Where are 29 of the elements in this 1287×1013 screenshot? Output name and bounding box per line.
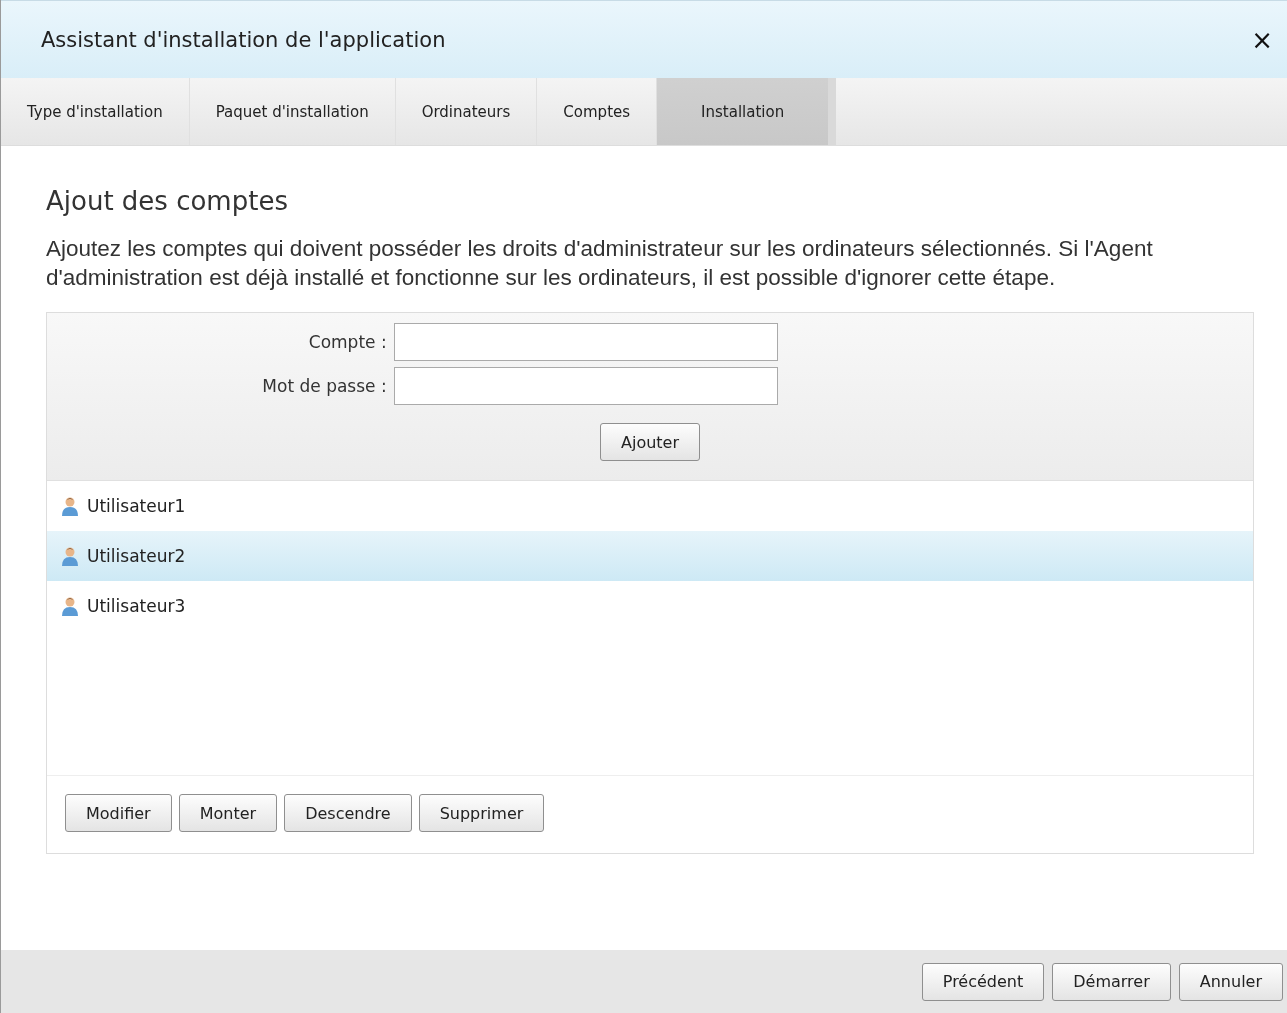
user-icon bbox=[61, 596, 79, 616]
account-name: Utilisateur1 bbox=[87, 496, 186, 516]
footer-button[interactable]: Précédent bbox=[921, 962, 1045, 1001]
step-tab[interactable]: Paquet d'installation bbox=[189, 78, 396, 145]
step-tab[interactable]: Type d'installation bbox=[1, 78, 190, 145]
account-name: Utilisateur2 bbox=[87, 546, 186, 566]
close-button[interactable]: × bbox=[1245, 24, 1279, 55]
list-button[interactable]: Descendre bbox=[284, 794, 412, 832]
step-tab[interactable]: Installation bbox=[657, 78, 837, 145]
field-label: Compte : bbox=[308, 332, 387, 352]
window-title: Assistant d'installation de l'application bbox=[41, 27, 446, 52]
description: Ajoutez les comptes qui doivent posséder les droits d'administrateur sur les ordinateurs sélectionnés. Si l'Agent d'administration est déjà installé et fonctionne sur les ordinateurs, il est possible d'ignorer cette étape. bbox=[46, 235, 1154, 292]
input-field[interactable] bbox=[393, 367, 778, 405]
step-tab[interactable]: Ordinateurs bbox=[395, 78, 538, 145]
list-button[interactable]: Monter bbox=[178, 794, 278, 832]
account-name: Utilisateur3 bbox=[87, 596, 186, 616]
page-heading: Ajout des comptes bbox=[46, 186, 289, 216]
input-field[interactable] bbox=[393, 323, 778, 361]
add-button[interactable]: Ajouter bbox=[600, 423, 700, 461]
field-label: Mot de passe : bbox=[262, 376, 387, 396]
footer-button[interactable]: Démarrer bbox=[1052, 962, 1171, 1001]
account-row[interactable]: Utilisateur3 bbox=[47, 581, 1253, 631]
account-row[interactable]: Utilisateur2 bbox=[47, 531, 1253, 581]
user-icon bbox=[61, 496, 79, 516]
list-button[interactable]: Supprimer bbox=[418, 794, 545, 832]
user-icon bbox=[61, 546, 79, 566]
list-button[interactable]: Modifier bbox=[65, 794, 172, 832]
account-row[interactable]: Utilisateur1 bbox=[47, 481, 1253, 531]
footer-button[interactable]: Annuler bbox=[1178, 962, 1283, 1001]
